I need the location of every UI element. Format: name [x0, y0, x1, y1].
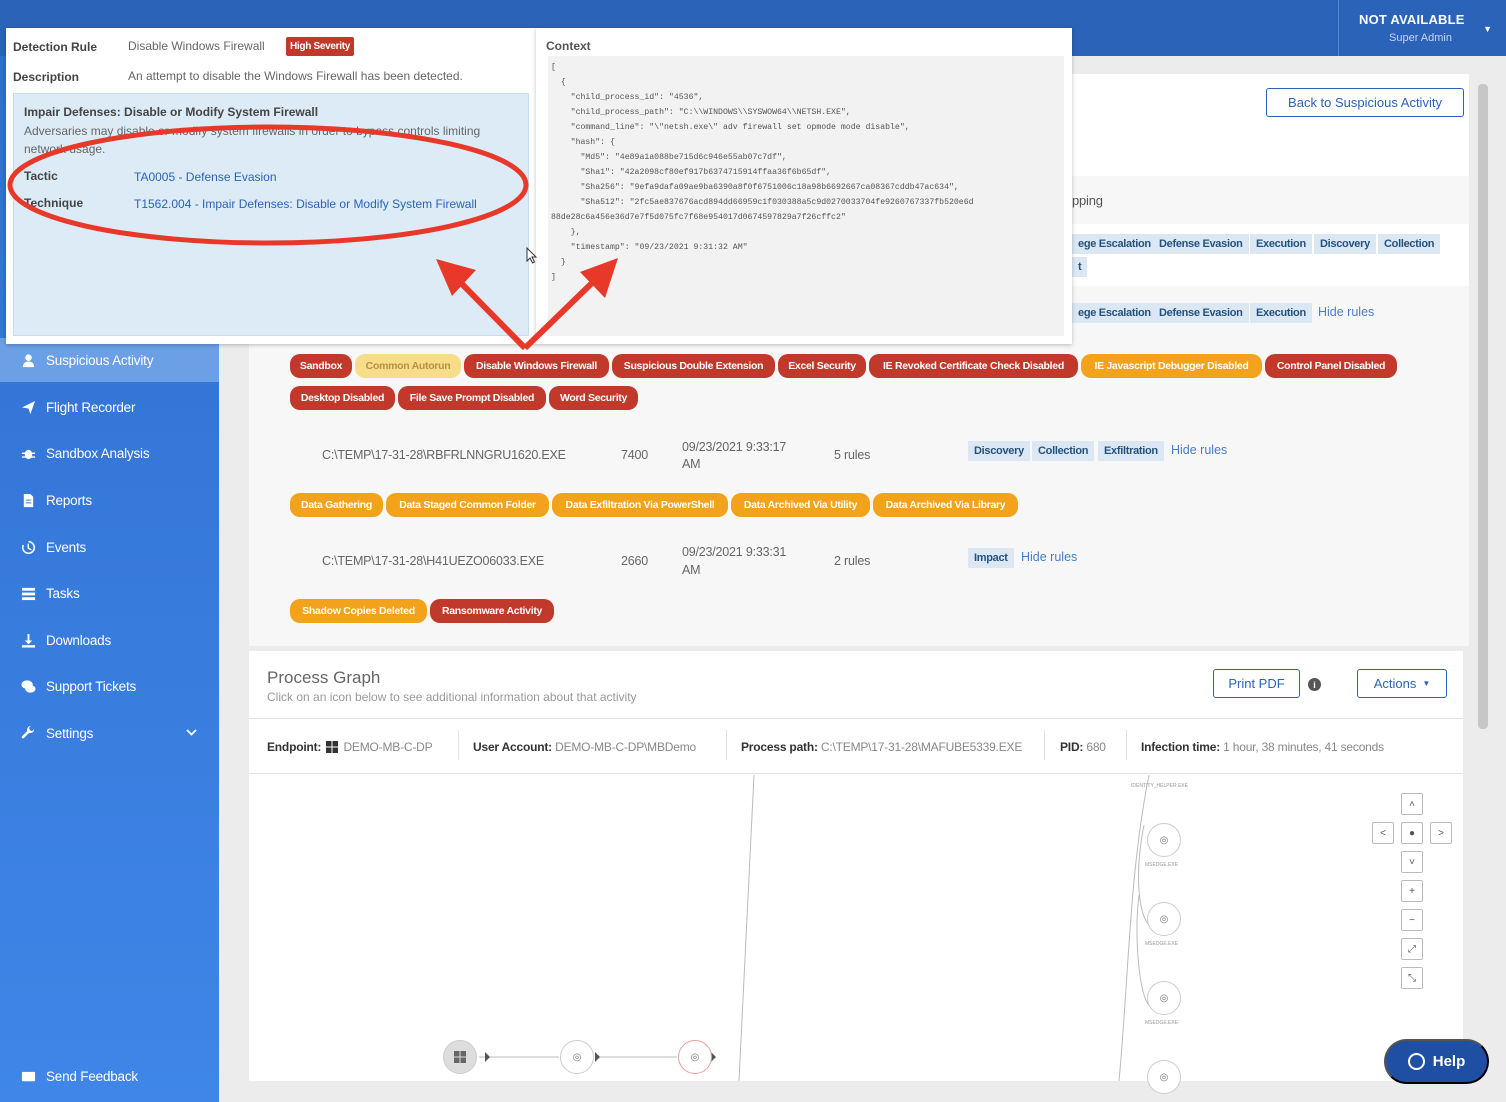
- annotation-overlay: [7, 124, 618, 351]
